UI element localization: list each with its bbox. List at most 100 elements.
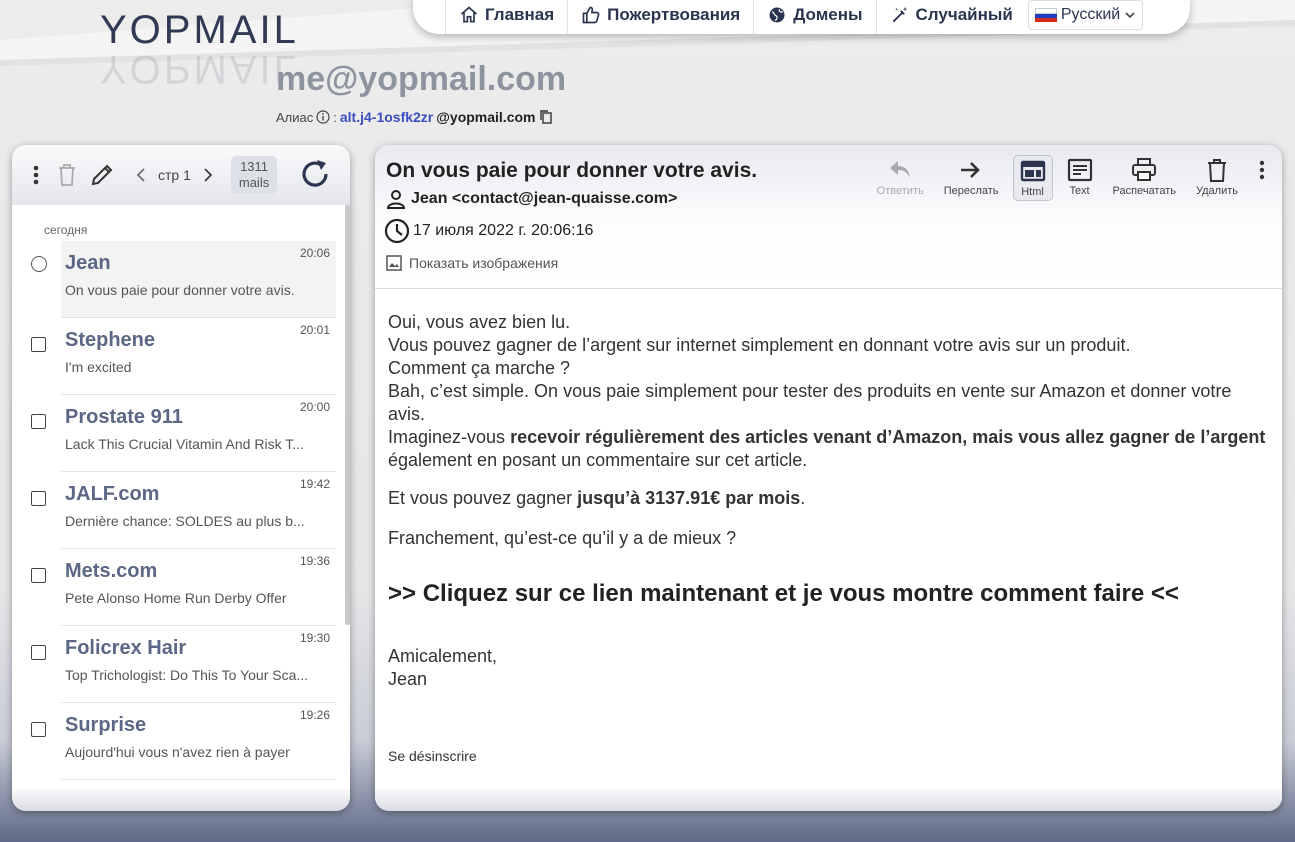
info-icon[interactable] <box>316 110 330 124</box>
page-label: стр 1 <box>158 167 191 183</box>
mail-item[interactable]: Surprise 19:26 Aujourd'hui vous n'avez r… <box>12 703 350 780</box>
nav-domains[interactable]: Домены <box>753 0 875 34</box>
html-view-button[interactable]: Html <box>1012 155 1053 201</box>
alias-row: Алиас : alt.j4-1osfk2zr @yopmail.com <box>276 109 554 125</box>
chevron-right-icon[interactable] <box>203 168 213 182</box>
chevron-down-icon <box>1125 12 1135 19</box>
mail-checkbox[interactable] <box>31 414 46 429</box>
mail-list: Jean 20:06 On vous paie pour donner votr… <box>12 241 350 780</box>
message-more-icon[interactable] <box>1258 159 1266 186</box>
print-button[interactable]: Распечатать <box>1107 155 1182 199</box>
reply-icon <box>890 161 911 178</box>
mail-item[interactable]: JALF.com 19:42 Dernière chance: SOLDES a… <box>12 472 350 549</box>
russia-flag-icon <box>1034 8 1057 22</box>
nav-home[interactable]: Главная <box>445 0 567 34</box>
mail-checkbox[interactable] <box>31 491 46 506</box>
show-images-link[interactable]: Показать изображения <box>386 255 558 271</box>
day-separator: сегодня <box>44 223 88 237</box>
body-paragraph: Et vous pouvez gagner jusqu’à 3137.91€ p… <box>388 487 1269 510</box>
nav-home-label: Главная <box>485 5 555 24</box>
more-options-icon[interactable] <box>32 164 40 186</box>
mail-time: 19:42 <box>299 477 330 491</box>
forward-button[interactable]: Переслать <box>938 155 1005 199</box>
home-icon <box>460 6 478 23</box>
signature-line: Amicalement, <box>388 646 498 666</box>
text-view-button[interactable]: Text <box>1061 155 1099 199</box>
delete-label: Удалить <box>1196 185 1238 197</box>
clock-icon <box>384 218 410 244</box>
text-view-icon <box>1067 158 1092 182</box>
nav-random[interactable]: Случайный <box>875 0 1026 34</box>
mailbox-address: me@yopmail.com <box>276 60 567 98</box>
body-line: Franchement, qu’est-ce qu’il y a de mieu… <box>388 528 737 548</box>
reply-label: Ответить <box>876 185 924 197</box>
inbox-panel: стр 1 1311 mails сегодня Jean 20:06 On v… <box>12 145 350 811</box>
body-text: . <box>800 488 806 508</box>
body-bold-text: jusqu’à 3137.91€ par mois <box>577 488 801 508</box>
body-line: Comment ça marche ? <box>388 358 571 378</box>
html-view-icon <box>1020 160 1045 182</box>
mail-time: 20:01 <box>299 323 330 337</box>
mail-time: 20:06 <box>299 246 330 260</box>
reply-button[interactable]: Ответить <box>871 155 930 199</box>
mail-item[interactable]: Jean 20:06 On vous paie pour donner votr… <box>12 241 350 318</box>
mail-checkbox[interactable] <box>31 568 46 583</box>
message-body: Oui, vous avez bien lu. Vous pouvez gagn… <box>375 289 1282 768</box>
mail-item[interactable]: Mets.com 19:36 Pete Alonso Home Run Derb… <box>12 549 350 626</box>
language-select[interactable]: Русский <box>1027 0 1144 30</box>
mail-sender: Jean <box>65 252 111 274</box>
mail-time: 20:00 <box>299 400 330 414</box>
mail-subject: Top Trichologist: Do This To Your Sca... <box>65 667 309 683</box>
delete-message-button[interactable]: Удалить <box>1190 155 1244 199</box>
message-from-row: Jean <contact@jean-quaisse.com> <box>385 188 677 210</box>
image-icon <box>386 255 402 271</box>
inbox-footer <box>12 789 350 811</box>
mail-checkbox[interactable] <box>31 645 46 660</box>
mail-subject: On vous paie pour donner votre avis. <box>65 282 295 298</box>
body-bold-text: recevoir régulièrement des articles vena… <box>510 427 1266 447</box>
mail-checkbox[interactable] <box>31 256 47 272</box>
signature-name: Jean <box>388 669 428 689</box>
mail-count: 1311 <box>240 159 269 174</box>
body-text: Et vous pouvez gagner <box>388 488 578 508</box>
body-line: Vous pouvez gagner de l’argent sur inter… <box>388 335 1131 355</box>
unsubscribe-link[interactable]: Se désinscrire <box>388 745 1269 768</box>
mail-sender: Surprise <box>65 714 147 736</box>
globe-icon <box>769 7 785 23</box>
print-label: Распечатать <box>1112 185 1176 197</box>
copy-icon[interactable] <box>538 109 554 125</box>
message-date-row: 17 июля 2022 г. 20:06:16 <box>384 218 593 244</box>
body-text: également en posant un commentaire sur c… <box>388 450 808 470</box>
mail-checkbox[interactable] <box>31 337 46 352</box>
mail-item[interactable]: Folicrex Hair 19:30 Top Trichologist: Do… <box>12 626 350 703</box>
mail-item[interactable]: Stephene 20:01 I'm excited <box>12 318 350 395</box>
message-header: On vous paie pour donner votre avis. Jea… <box>375 145 1282 289</box>
message-date: 17 июля 2022 г. 20:06:16 <box>413 222 594 239</box>
nav-random-label: Случайный <box>915 5 1013 24</box>
thumbs-up-icon <box>582 6 600 24</box>
body-line: Oui, vous avez bien lu. <box>388 312 571 332</box>
message-sender: Jean <contact@jean-quaisse.com> <box>411 190 678 207</box>
mail-item[interactable]: Prostate 911 20:00 Lack This Crucial Vit… <box>12 395 350 472</box>
mail-subject: I'm excited <box>65 359 132 375</box>
message-subject: On vous paie pour donner votre avis. <box>386 159 758 182</box>
cta-link[interactable]: >> Cliquez sur ce lien maintenant et je … <box>388 582 1269 606</box>
chevron-left-icon[interactable] <box>136 168 146 182</box>
message-panel: On vous paie pour donner votre avis. Jea… <box>375 145 1282 811</box>
mail-time: 19:36 <box>299 554 330 568</box>
message-footer <box>375 789 1282 811</box>
alias-domain: @yopmail.com <box>436 109 536 125</box>
pager: стр 1 <box>136 167 213 183</box>
mail-sender: Folicrex Hair <box>65 637 187 659</box>
delete-icon[interactable] <box>58 163 76 187</box>
compose-pencil-icon[interactable] <box>90 163 114 187</box>
alias-id[interactable]: alt.j4-1osfk2zr <box>340 109 433 125</box>
mail-checkbox[interactable] <box>31 722 46 737</box>
trash-icon <box>1208 159 1226 182</box>
refresh-icon[interactable] <box>298 157 332 196</box>
forward-label: Переслать <box>943 185 999 197</box>
mail-time: 19:30 <box>299 631 330 645</box>
mail-sender: Prostate 911 <box>65 406 183 428</box>
nav-donate[interactable]: Пожертвования <box>567 0 753 34</box>
mail-sender: JALF.com <box>65 483 160 505</box>
